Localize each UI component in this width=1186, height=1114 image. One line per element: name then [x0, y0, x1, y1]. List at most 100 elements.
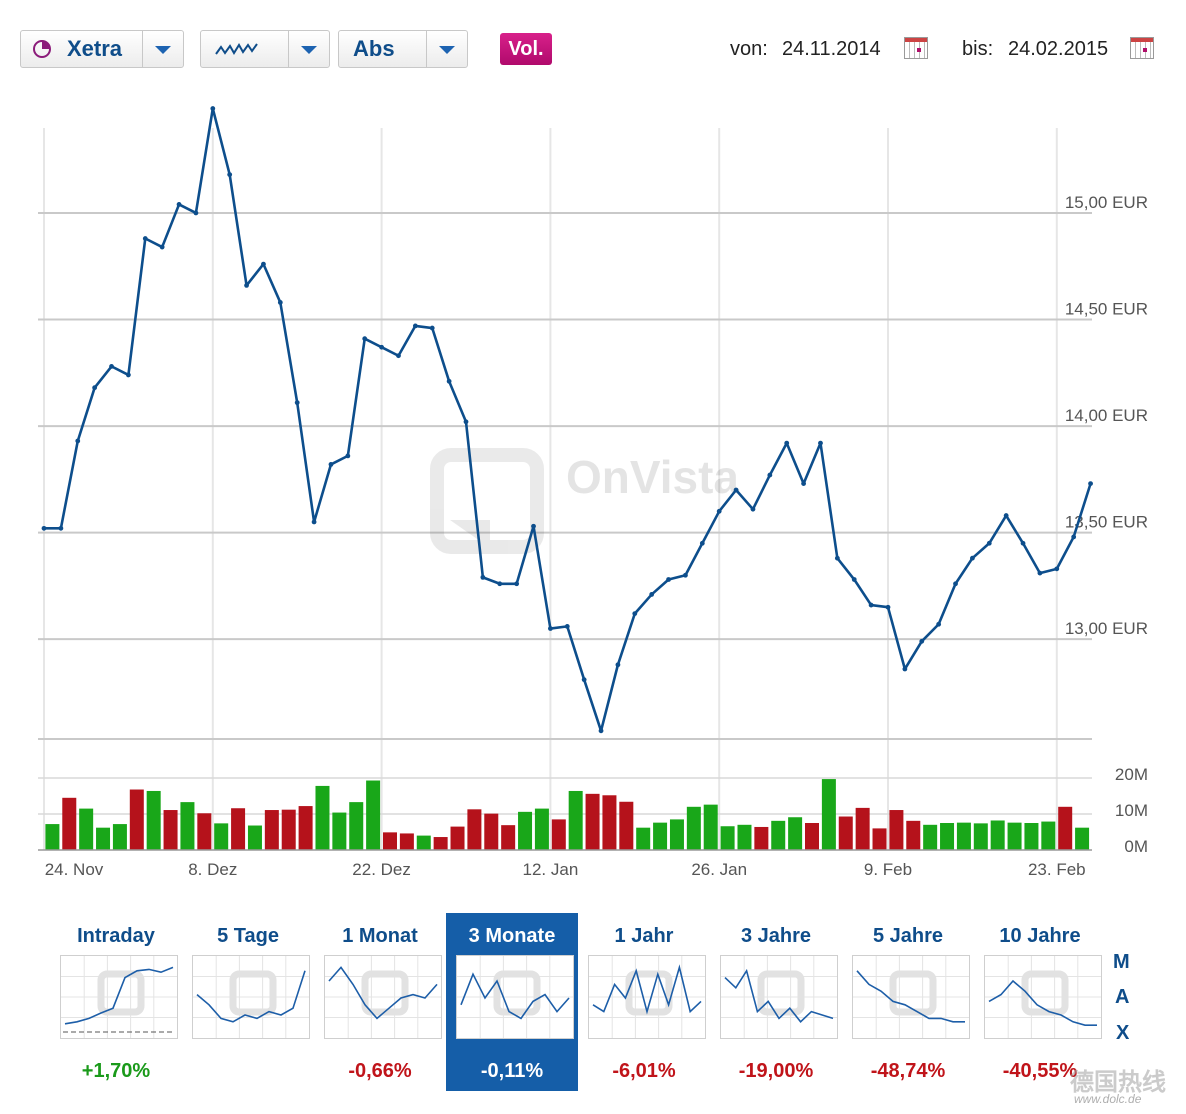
price-point	[227, 172, 233, 177]
volume-toggle-button[interactable]: Vol.	[500, 33, 552, 65]
period-change: -6,01%	[612, 1060, 676, 1082]
volume-bar	[112, 824, 127, 850]
price-point	[986, 540, 992, 546]
max-link-x[interactable]: X	[1116, 1022, 1129, 1045]
period-tab-1-monat[interactable]: 1 Monat -0,66%	[314, 913, 446, 1091]
volume-bar	[146, 790, 161, 850]
chart-toolbar: Xetra Abs Vol. von: 24.11.2014 bis: 24.0…	[0, 0, 1186, 80]
price-point	[193, 210, 199, 216]
x-tick-label: 26. Jan	[691, 860, 747, 879]
price-point	[294, 400, 300, 406]
volume-bar	[602, 795, 617, 850]
price-point	[834, 555, 840, 561]
price-point	[379, 344, 384, 350]
volume-bar	[433, 837, 448, 850]
price-point	[41, 525, 47, 531]
period-tab-5-tage[interactable]: 5 Tage	[182, 913, 314, 1091]
price-point	[1020, 540, 1026, 546]
calendar-icon[interactable]	[904, 37, 928, 59]
max-link-m[interactable]: M	[1113, 951, 1130, 974]
price-point	[497, 581, 503, 587]
period-label: 1 Monat	[342, 925, 418, 947]
volume-bar	[669, 819, 684, 850]
volume-bar	[534, 808, 549, 850]
volume-bar	[1058, 806, 1073, 850]
period-change: -19,00%	[738, 1060, 814, 1082]
volume-bar	[332, 812, 347, 850]
scale-dropdown[interactable]: Abs	[338, 30, 468, 68]
period-change: +1,70%	[81, 1060, 151, 1082]
price-tick-label: 14,00 EUR	[1065, 406, 1148, 425]
price-point	[936, 621, 942, 627]
price-point	[277, 300, 283, 305]
price-point	[564, 623, 570, 629]
volume-bar	[349, 802, 364, 850]
period-tab-3-monate[interactable]: 3 Monate -0,11%	[446, 913, 578, 1091]
exchange-label: Xetra	[67, 36, 123, 61]
period-label: 5 Jahre	[872, 925, 944, 947]
price-point	[159, 244, 165, 250]
volume-bar	[45, 824, 60, 850]
volume-bar	[264, 810, 279, 850]
site-watermark-url: www.dolc.de	[1074, 1092, 1142, 1106]
chevron-down-icon[interactable]	[142, 31, 183, 67]
volume-bar	[872, 828, 887, 850]
max-link-a[interactable]: A	[1115, 986, 1129, 1009]
period-sparkline	[456, 955, 574, 1039]
volume-bar	[838, 816, 853, 850]
calendar-icon[interactable]	[1130, 37, 1154, 59]
volume-bar	[568, 790, 583, 850]
volume-bar	[62, 797, 77, 850]
period-tab-intraday[interactable]: Intraday +1,70%	[50, 913, 182, 1091]
volume-bar	[973, 823, 988, 850]
volume-tick-label: 20M	[1115, 765, 1148, 784]
volume-bar	[399, 833, 414, 850]
period-sparkline	[852, 955, 970, 1039]
period-sparkline	[324, 955, 442, 1039]
period-tab-1-jahr[interactable]: 1 Jahr -6,01%	[578, 913, 710, 1091]
from-date-value[interactable]: 24.11.2014	[782, 38, 881, 61]
price-point	[851, 577, 857, 582]
price-point	[514, 581, 520, 587]
period-label: 3 Jahre	[740, 925, 812, 947]
chevron-down-icon[interactable]	[288, 31, 329, 67]
exchange-dropdown[interactable]: Xetra	[20, 30, 184, 68]
volume-bar	[197, 813, 212, 850]
period-label: 10 Jahre	[999, 925, 1081, 947]
volume-bar	[551, 819, 566, 850]
price-point	[1088, 481, 1093, 487]
volume-bar	[636, 827, 651, 850]
volume-bar	[990, 820, 1005, 850]
price-point	[176, 202, 182, 207]
period-label: 5 Tage	[217, 925, 279, 947]
chart-type-dropdown[interactable]	[200, 30, 330, 68]
period-sparkline	[984, 955, 1102, 1039]
price-point	[699, 540, 705, 546]
x-tick-label: 24. Nov	[45, 860, 104, 879]
chevron-down-icon[interactable]	[426, 31, 467, 67]
price-point	[463, 419, 469, 425]
price-point	[733, 487, 739, 493]
period-sparkline	[720, 955, 838, 1039]
price-tick-label: 14,50 EUR	[1065, 300, 1148, 319]
x-tick-label: 9. Feb	[864, 860, 912, 879]
volume-bar	[467, 809, 482, 850]
price-point	[615, 662, 621, 668]
volume-bar	[956, 822, 971, 850]
volume-bar	[720, 826, 735, 850]
period-sparkline	[60, 955, 178, 1039]
volume-bar	[383, 832, 397, 850]
volume-bar	[1024, 823, 1039, 850]
volume-bar	[366, 780, 381, 850]
price-point	[902, 666, 908, 672]
price-tick-label: 15,00 EUR	[1065, 193, 1148, 212]
volume-bar	[450, 826, 465, 850]
to-date-value[interactable]: 24.02.2015	[1008, 38, 1108, 61]
volume-bar	[821, 779, 836, 850]
period-tab-5-jahre[interactable]: 5 Jahre -48,74%	[842, 913, 974, 1091]
period-tab-3-jahre[interactable]: 3 Jahre -19,00%	[710, 913, 842, 1091]
volume-bar	[484, 813, 499, 850]
volume-bar	[788, 817, 803, 850]
price-point	[109, 363, 114, 369]
price-point	[531, 523, 536, 529]
